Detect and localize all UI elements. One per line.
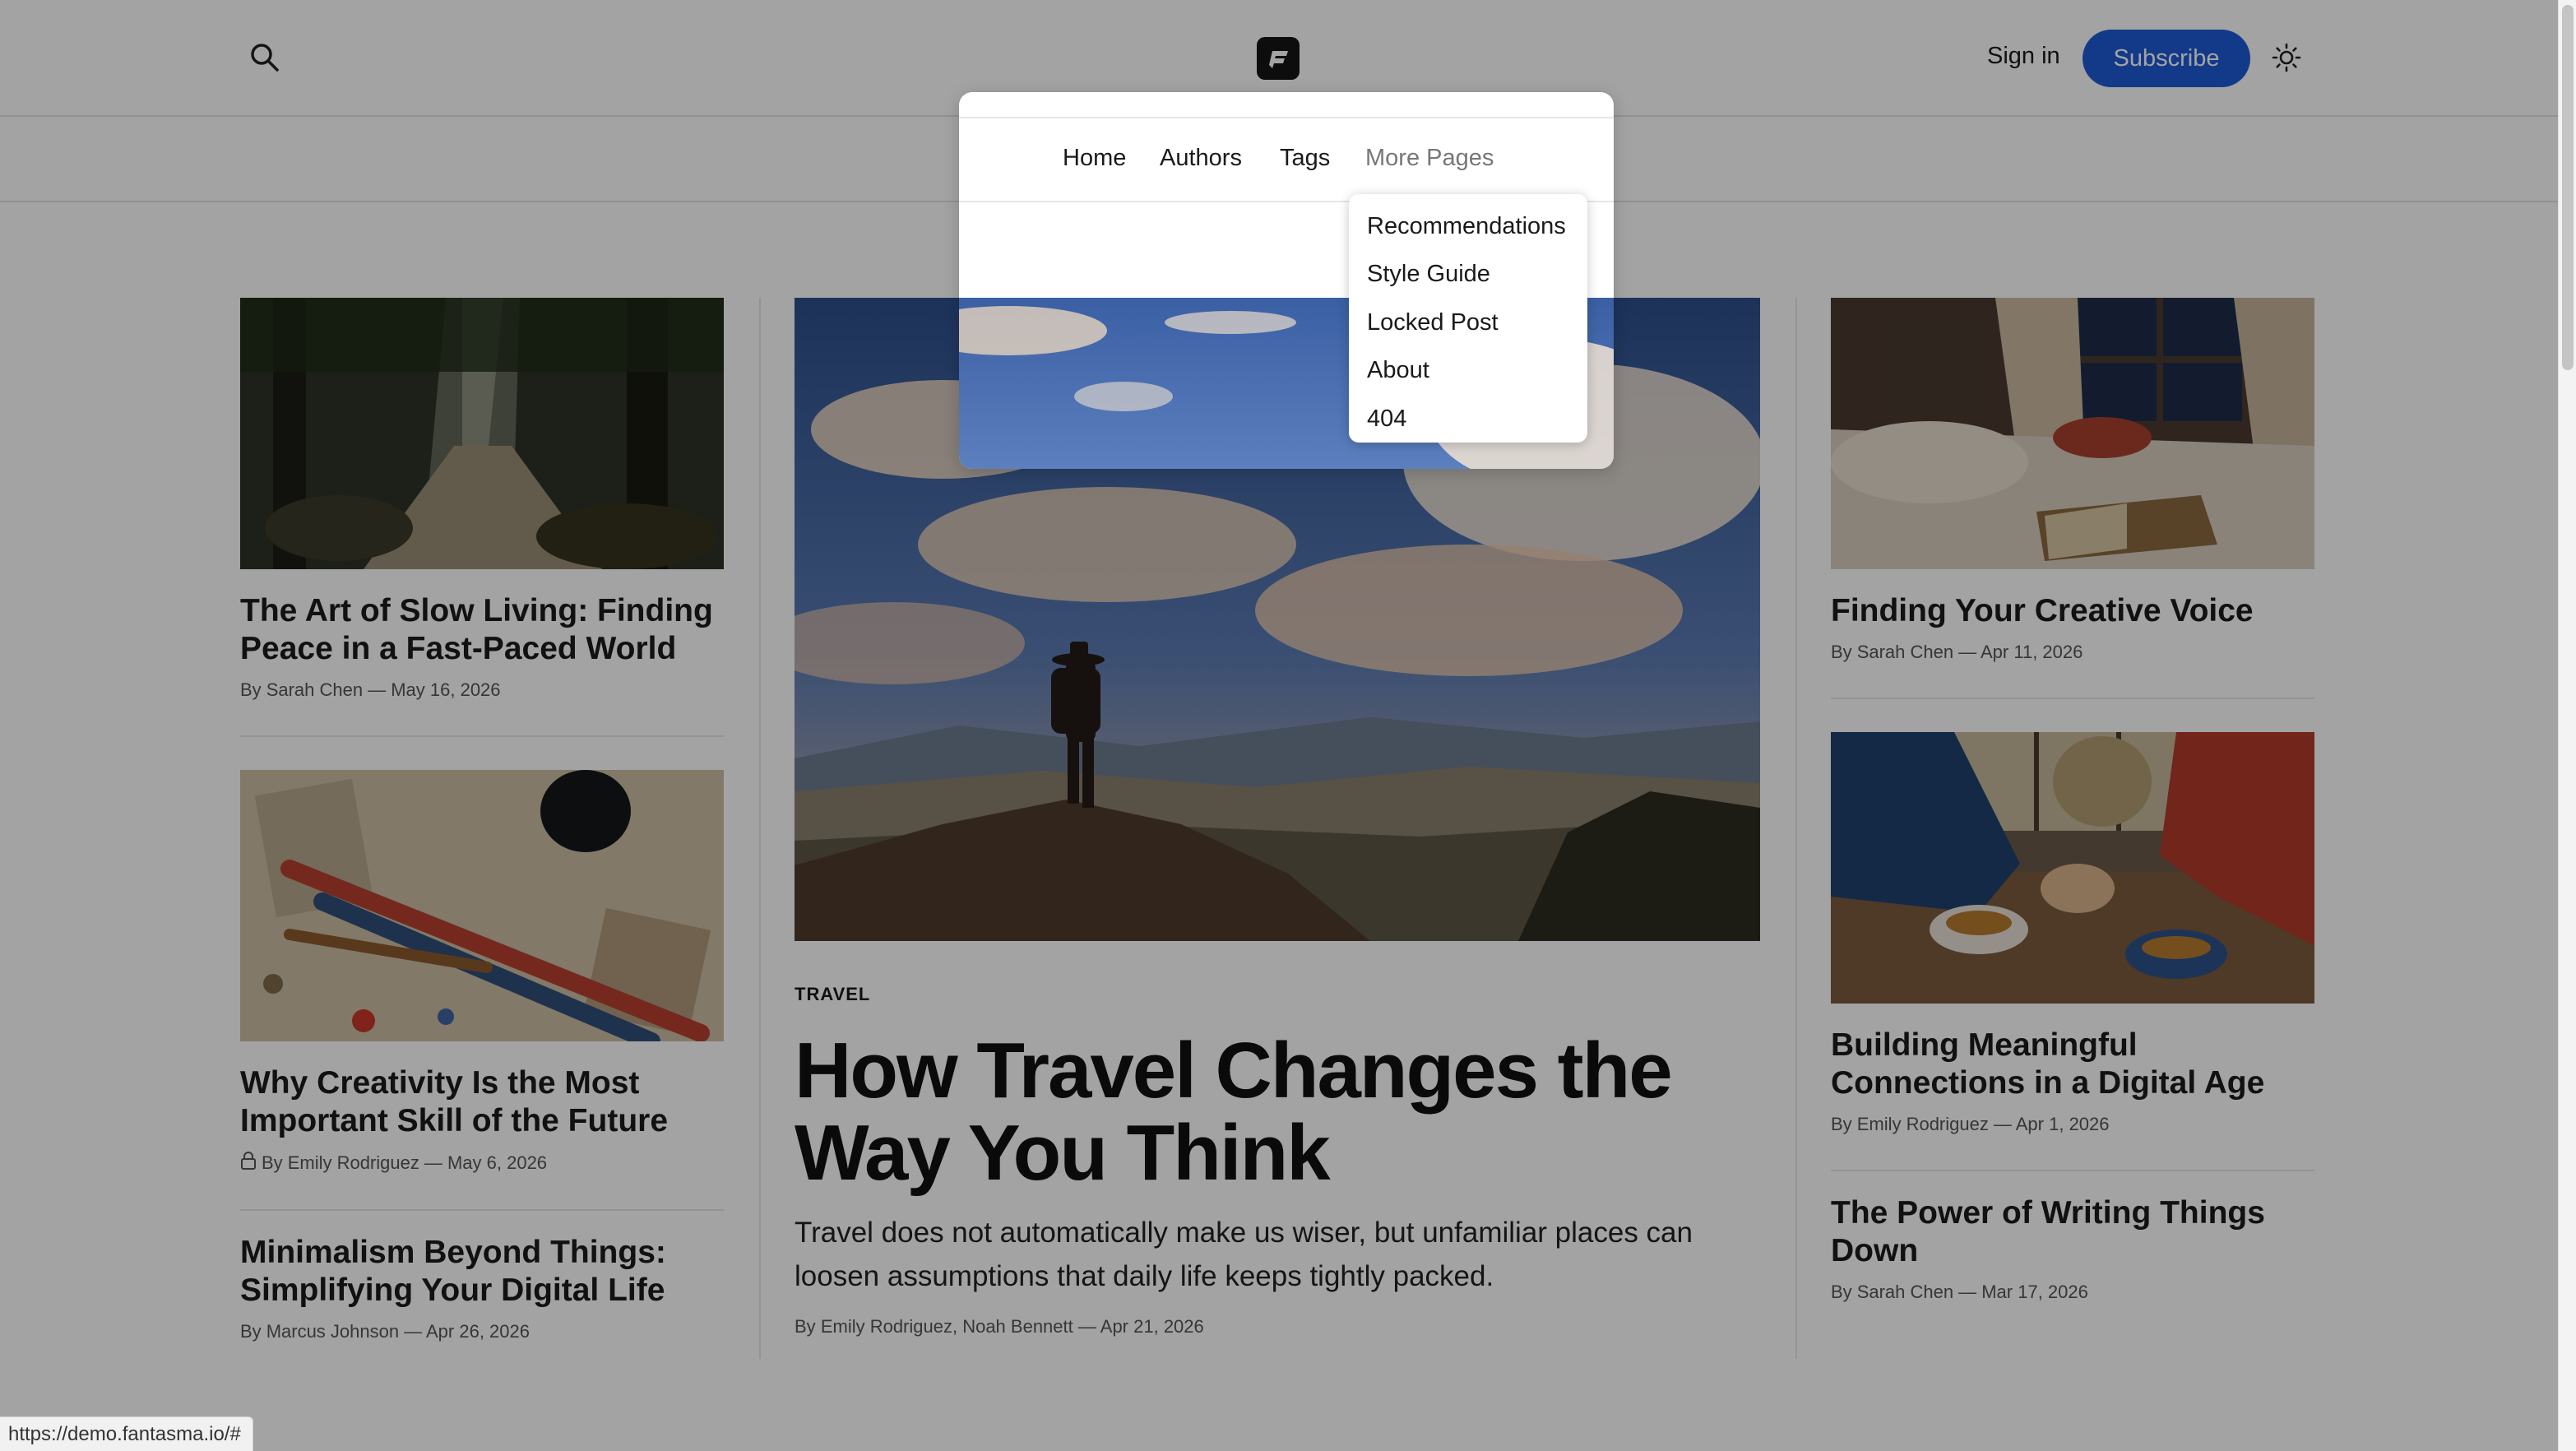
menu-item-recommendations[interactable]: Recommendations (1349, 202, 1587, 251)
menu-item-404[interactable]: 404 (1349, 395, 1587, 443)
nav-home[interactable]: Home (1063, 145, 1126, 172)
page-scrollbar[interactable] (2558, 0, 2576, 1451)
nav-tags[interactable]: Tags (1280, 145, 1330, 172)
menu-item-style-guide[interactable]: Style Guide (1349, 251, 1587, 299)
more-pages-dropdown: Recommendations Style Guide Locked Post … (1349, 194, 1587, 443)
scrollbar-thumb[interactable] (2562, 5, 2574, 370)
menu-item-about[interactable]: About (1349, 347, 1587, 396)
nav-authors[interactable]: Authors (1160, 145, 1242, 172)
menu-item-locked-post[interactable]: Locked Post (1349, 299, 1587, 347)
status-bar-url: https://demo.fantasma.io/# (0, 1416, 253, 1451)
nav-more-pages[interactable]: More Pages (1365, 145, 1494, 172)
divider (959, 117, 1614, 118)
